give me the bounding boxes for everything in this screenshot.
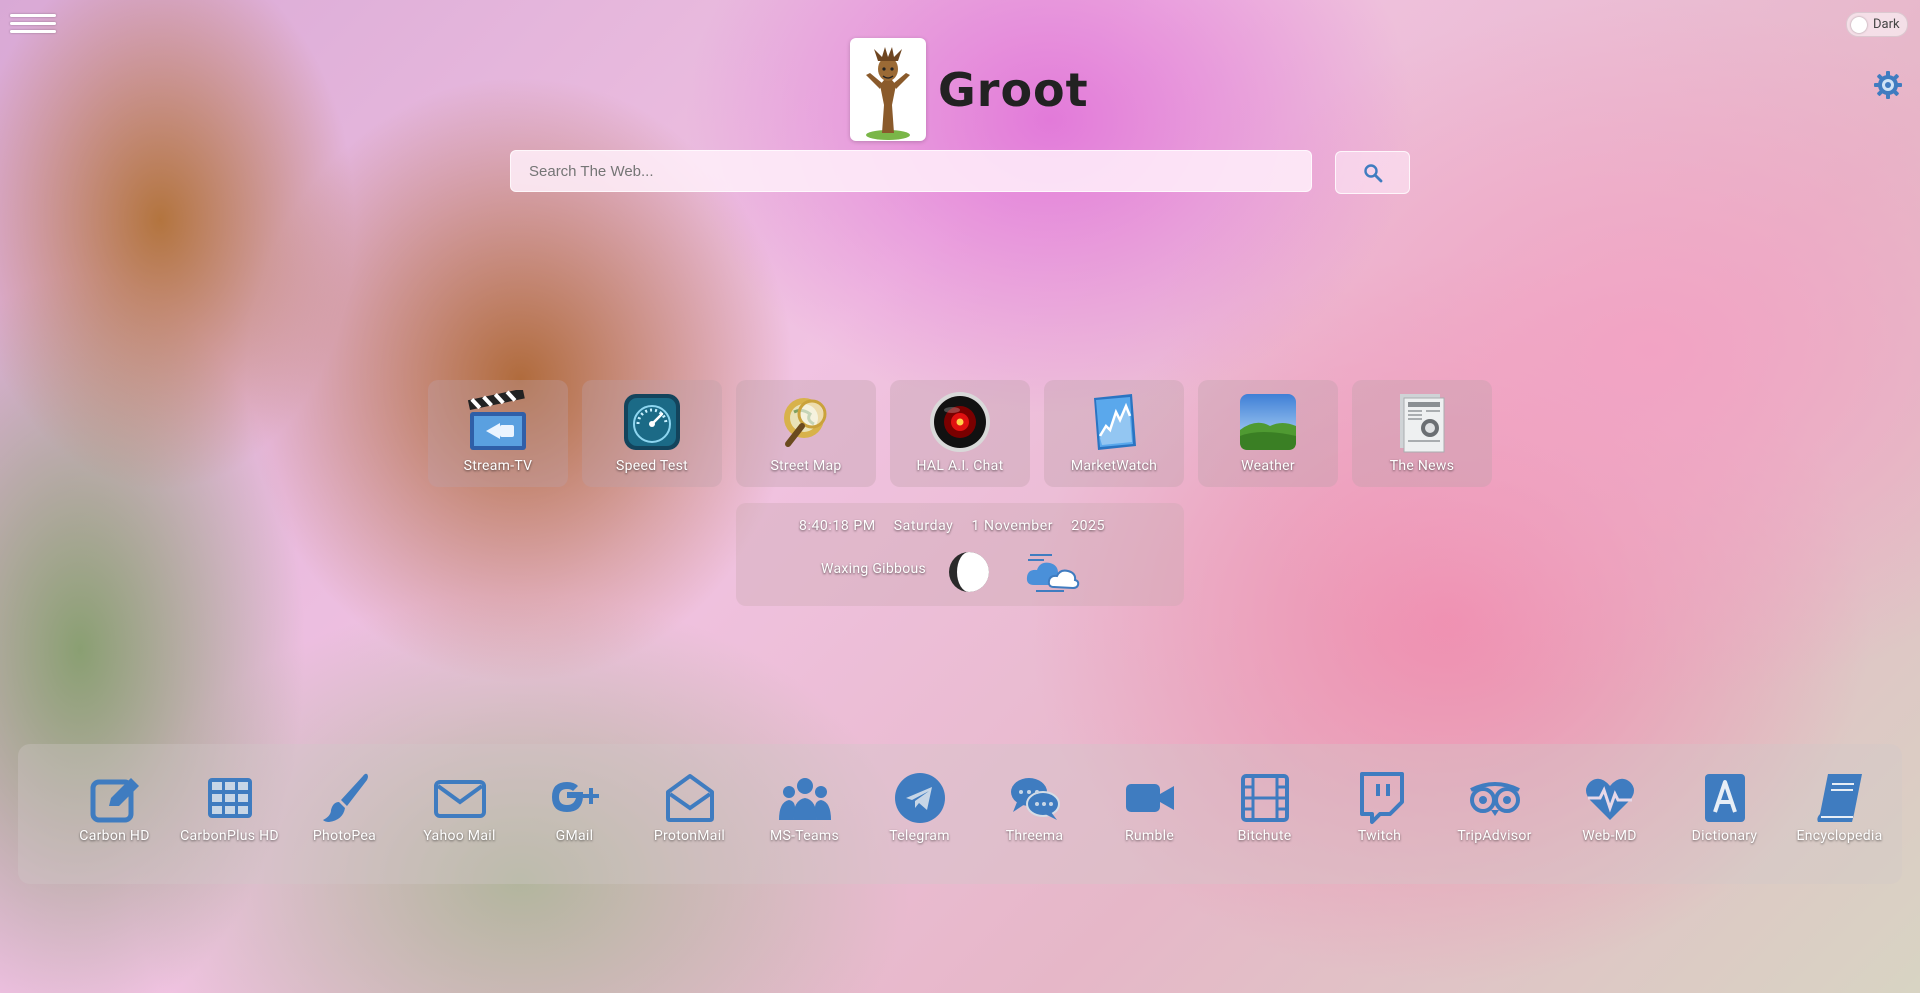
tile-speed-test[interactable]: Speed Test	[582, 380, 722, 487]
telegram-icon	[894, 773, 945, 823]
tile-label: Speed Test	[615, 458, 689, 474]
dark-mode-label: Dark	[1873, 17, 1900, 32]
clapperboard-icon	[467, 390, 526, 450]
dock-item-photopea[interactable]: PhotoPea	[287, 744, 402, 844]
bookmark-dock: Carbon HD CarbonPlus HD PhotoPea Yahoo M…	[18, 744, 1902, 884]
tile-weather[interactable]: Weather	[1198, 380, 1338, 487]
dock-item-label: Yahoo Mail	[423, 828, 496, 844]
app-tiles: Stream-TV Speed Test Street Map HAL A.I.…	[428, 380, 1492, 487]
paintbrush-icon	[322, 773, 368, 822]
dock-item-label: Twitch	[1357, 828, 1402, 844]
weekday: Saturday	[893, 518, 954, 534]
magnifier-globe-icon	[784, 398, 827, 447]
search-icon	[1363, 163, 1382, 182]
twitch-icon	[1359, 772, 1404, 824]
tripadvisor-icon	[1469, 782, 1520, 816]
tile-street-map[interactable]: Street Map	[736, 380, 876, 487]
newspaper-icon	[1400, 394, 1445, 453]
tile-label: HAL A.I. Chat	[916, 458, 1004, 474]
datetime-panel: 8:40:18 PM Saturday 1 November 2025 Waxi…	[736, 503, 1184, 606]
dock-item-dictionary[interactable]: Dictionary	[1667, 744, 1782, 844]
page-title: Groot	[938, 62, 1089, 117]
dock-item-label: Rumble	[1124, 828, 1175, 844]
tile-stream-tv[interactable]: Stream-TV	[428, 380, 568, 487]
moon-phase-icon	[949, 552, 989, 592]
toggle-knob	[1851, 16, 1867, 33]
groot-logo	[850, 38, 926, 141]
google-plus-icon	[551, 782, 599, 812]
dock-item-label: MS-Teams	[769, 828, 840, 844]
dock-item-label: Encyclopedia	[1796, 828, 1883, 844]
dock-item-telegram[interactable]: Telegram	[862, 744, 977, 844]
tile-label: Stream-TV	[463, 458, 533, 474]
moon-phase-label: Waxing Gibbous	[821, 561, 927, 577]
grid-icon	[207, 778, 252, 818]
book-icon	[1816, 774, 1862, 822]
search-button[interactable]	[1335, 151, 1410, 194]
dock-item-label: TripAdvisor	[1457, 828, 1532, 844]
dock-item-gmail[interactable]: GMail	[517, 744, 632, 844]
gear-icon[interactable]	[1873, 70, 1903, 100]
dock-item-carbonplus-hd[interactable]: CarbonPlus HD	[172, 744, 287, 844]
tile-label: The News	[1389, 458, 1455, 474]
search-input[interactable]	[510, 150, 1312, 192]
tile-label: Weather	[1241, 458, 1295, 474]
dock-item-bitchute[interactable]: Bitchute	[1207, 744, 1322, 844]
dock-item-carbon-hd[interactable]: Carbon HD	[57, 744, 172, 844]
film-icon	[1240, 774, 1289, 822]
dock-item-label: Carbon HD	[79, 828, 150, 844]
date: 1 November	[971, 518, 1054, 534]
dock-item-label: PhotoPea	[312, 828, 377, 844]
dock-item-label: Threema	[1005, 828, 1064, 844]
dock-item-protonmail[interactable]: ProtonMail	[632, 744, 747, 844]
clock-time: 8:40:18 PM	[799, 518, 876, 534]
envelope-icon	[433, 780, 486, 818]
dock-item-label: Dictionary	[1691, 828, 1758, 844]
dock-item-label: Telegram	[889, 828, 950, 844]
dock-item-ms-teams[interactable]: MS-Teams	[747, 744, 862, 844]
envelope-open-icon	[665, 774, 714, 822]
dictionary-icon	[1704, 774, 1745, 822]
heartbeat-icon	[1585, 778, 1634, 820]
landscape-icon	[1240, 394, 1296, 450]
dock-item-tripadvisor[interactable]: TripAdvisor	[1437, 744, 1552, 844]
tile-label: Street Map	[770, 458, 842, 474]
hal-eye-icon	[930, 392, 990, 452]
dock-item-label: Web-MD	[1582, 828, 1637, 844]
speedometer-icon	[624, 394, 680, 450]
dock-item-rumble[interactable]: Rumble	[1092, 744, 1207, 844]
stock-chart-icon	[1094, 394, 1136, 450]
weather-cloud-icon[interactable]	[1024, 549, 1080, 595]
dock-item-twitch[interactable]: Twitch	[1322, 744, 1437, 844]
chat-bubbles-icon	[1010, 778, 1060, 820]
tile-hal-ai-chat[interactable]: HAL A.I. Chat	[890, 380, 1030, 487]
tile-marketwatch[interactable]: MarketWatch	[1044, 380, 1184, 487]
pencil-square-icon	[90, 778, 139, 823]
dock-item-threema[interactable]: Threema	[977, 744, 1092, 844]
video-camera-icon	[1125, 784, 1174, 812]
users-icon	[778, 778, 831, 820]
dock-item-label: GMail	[555, 828, 594, 844]
dock-item-label: ProtonMail	[653, 828, 726, 844]
dock-item-label: Bitchute	[1237, 828, 1292, 844]
dock-item-yahoo-mail[interactable]: Yahoo Mail	[402, 744, 517, 844]
groot-figure-icon	[866, 47, 910, 140]
dark-mode-toggle[interactable]: Dark	[1846, 12, 1908, 37]
dock-item-encyclopedia[interactable]: Encyclopedia	[1782, 744, 1897, 844]
brand-header: Groot	[850, 38, 1089, 141]
dock-item-label: CarbonPlus HD	[180, 828, 279, 844]
tile-the-news[interactable]: The News	[1352, 380, 1492, 487]
hamburger-menu-icon[interactable]	[10, 10, 56, 40]
dock-item-web-md[interactable]: Web-MD	[1552, 744, 1667, 844]
tile-label: MarketWatch	[1070, 458, 1158, 474]
datetime-row: 8:40:18 PM Saturday 1 November 2025	[799, 518, 1119, 534]
year: 2025	[1071, 518, 1106, 534]
